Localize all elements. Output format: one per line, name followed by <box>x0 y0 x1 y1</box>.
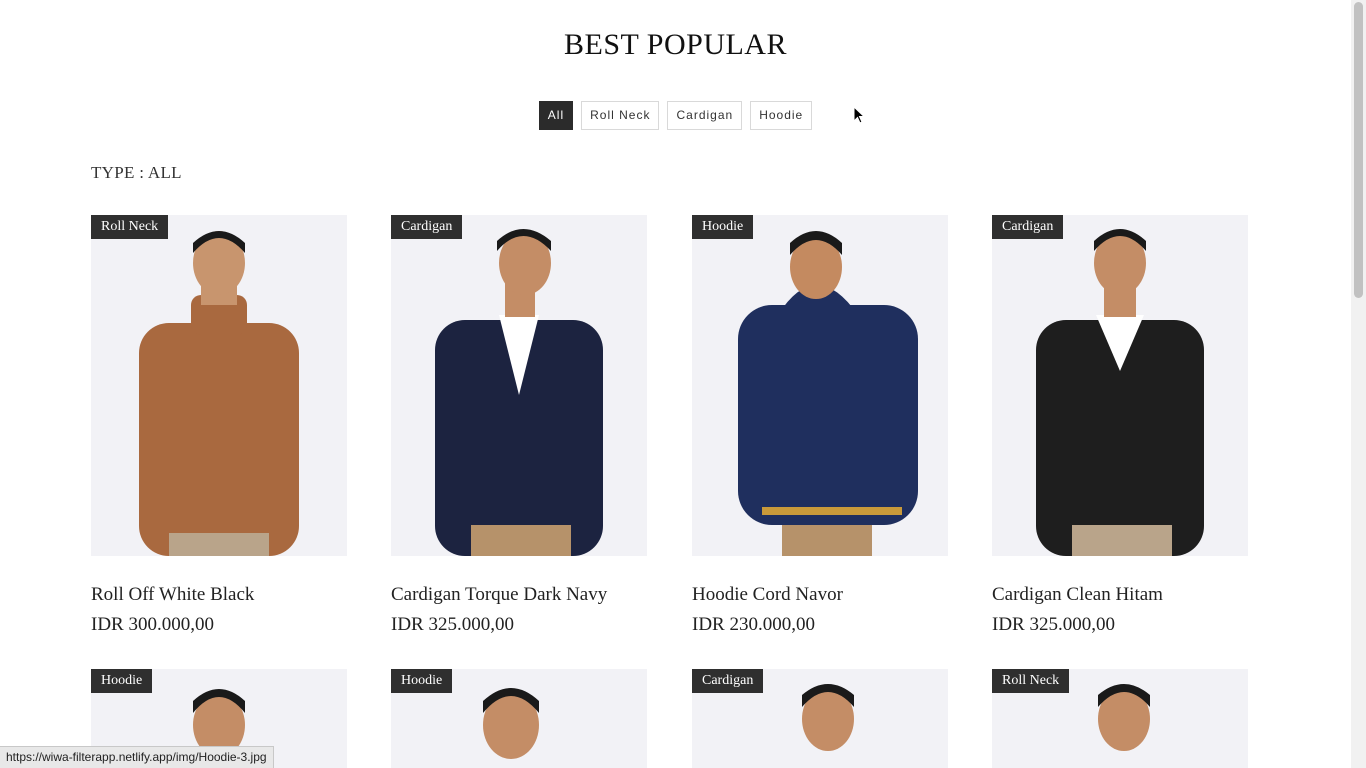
product-photo-model <box>435 229 603 556</box>
product-price: IDR 300.000,00 <box>91 614 214 635</box>
product-price: IDR 325.000,00 <box>992 614 1115 635</box>
type-label: TYPE : ALL <box>91 163 182 182</box>
product-image[interactable]: Roll Neck <box>992 669 1248 768</box>
category-badge: Cardigan <box>992 215 1064 239</box>
product-photo-model <box>139 231 299 556</box>
product-image[interactable]: Hoodie <box>692 215 948 556</box>
product-card[interactable]: Roll Neck <box>992 669 1248 768</box>
product-image[interactable]: Hoodie <box>391 669 647 768</box>
category-badge: Cardigan <box>692 669 764 693</box>
category-badge: Roll Neck <box>91 215 169 239</box>
category-badge: Hoodie <box>391 669 453 693</box>
category-badge: Roll Neck <box>992 669 1070 693</box>
product-card[interactable]: Hoodie Hoodie Cord Navor IDR 230.000,00 <box>692 215 948 636</box>
mouse-pointer-icon <box>853 106 865 125</box>
product-card[interactable]: Cardigan Cardigan Torque Dark Navy IDR 3… <box>391 215 647 636</box>
browser-status-bar: https://wiwa-filterapp.netlify.app/img/H… <box>0 746 274 768</box>
product-card[interactable]: Cardigan <box>692 669 948 768</box>
filter-cardigan-button[interactable]: Cardigan <box>667 101 743 130</box>
filter-all-button[interactable]: All <box>538 101 574 130</box>
filter-roll-neck-button[interactable]: Roll Neck <box>581 101 660 130</box>
product-card[interactable]: Cardigan Cardigan Clean Hitam IDR 325.00… <box>992 215 1248 636</box>
filter-hoodie-button[interactable]: Hoodie <box>750 101 813 130</box>
product-image[interactable]: Cardigan <box>992 215 1248 556</box>
page-title: BEST POPULAR <box>563 28 787 61</box>
product-card[interactable]: Roll Neck Roll Off White Black IDR 300.0… <box>91 215 347 636</box>
vertical-scrollbar[interactable] <box>1351 0 1366 768</box>
scrollbar-thumb[interactable] <box>1354 2 1363 298</box>
product-image[interactable]: Roll Neck <box>91 215 347 556</box>
category-badge: Hoodie <box>91 669 153 693</box>
product-photo-model <box>738 231 918 556</box>
page: BEST POPULAR All Roll Neck Cardigan Hood… <box>0 0 1351 768</box>
product-photo-model <box>1036 229 1204 556</box>
category-badge: Cardigan <box>391 215 463 239</box>
category-badge: Hoodie <box>692 215 754 239</box>
product-name[interactable]: Cardigan Clean Hitam <box>992 584 1248 606</box>
product-image[interactable]: Cardigan <box>391 215 647 556</box>
filter-bar: All Roll Neck Cardigan Hoodie <box>0 101 1351 130</box>
product-name[interactable]: Roll Off White Black <box>91 584 347 606</box>
product-price: IDR 230.000,00 <box>692 614 815 635</box>
product-image[interactable]: Cardigan <box>692 669 948 768</box>
product-card[interactable]: Hoodie <box>391 669 647 768</box>
product-price: IDR 325.000,00 <box>391 614 514 635</box>
product-name[interactable]: Cardigan Torque Dark Navy <box>391 584 647 606</box>
product-name[interactable]: Hoodie Cord Navor <box>692 584 948 606</box>
